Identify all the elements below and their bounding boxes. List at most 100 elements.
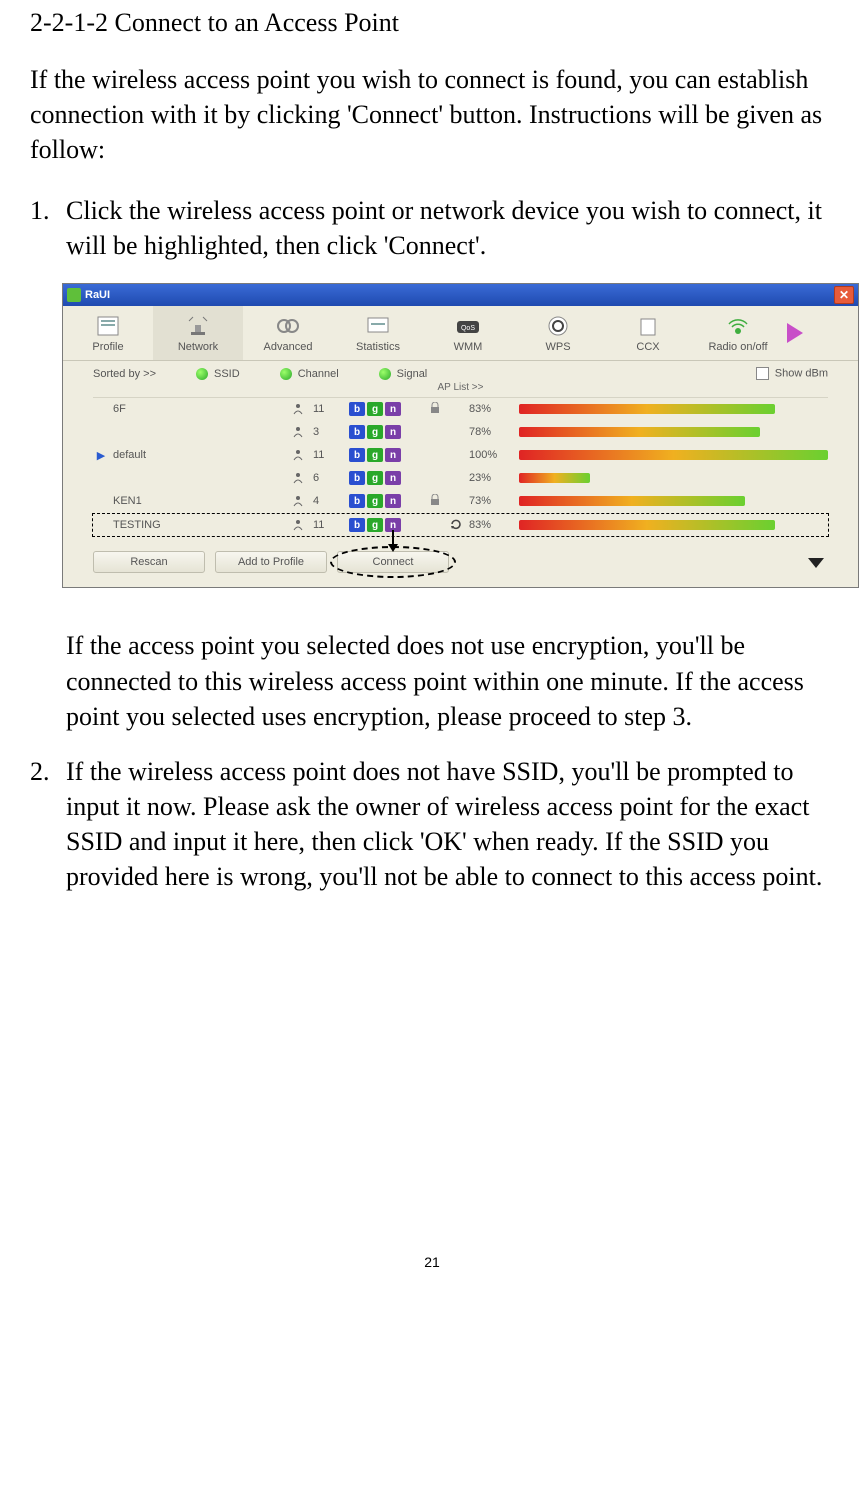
tab-advanced[interactable]: Advanced	[243, 306, 333, 360]
ccx-icon	[635, 313, 661, 339]
tab-ccx-label: CCX	[636, 341, 659, 353]
ap-channel: 11	[313, 519, 349, 531]
ap-list: 6F11bgn83%3bgn78%▶default11bgn100%6bgn23…	[93, 397, 828, 537]
annotation-arrow-icon	[386, 530, 400, 555]
sort-signal[interactable]: Signal	[379, 368, 428, 380]
ap-type-icon	[283, 471, 313, 485]
window-title: RaUI	[85, 289, 834, 301]
tab-profile-label: Profile	[92, 341, 123, 353]
sorted-by-label: Sorted by >>	[93, 368, 156, 380]
signal-bar	[519, 450, 828, 460]
after-shot-text: If the access point you selected does no…	[66, 628, 834, 733]
connect-button[interactable]: Connect	[337, 551, 449, 573]
ap-channel: 4	[313, 495, 349, 507]
lock-icon	[429, 494, 449, 509]
sort-channel-label: Channel	[298, 368, 339, 380]
tab-wps-label: WPS	[545, 341, 570, 353]
step-1-number: 1.	[30, 193, 66, 263]
ap-channel: 11	[313, 403, 349, 415]
titlebar: RaUI ✕	[63, 284, 858, 306]
tab-network-label: Network	[178, 341, 218, 353]
rescan-button[interactable]: Rescan	[93, 551, 205, 573]
ap-signal-percent: 23%	[469, 472, 519, 484]
ap-ssid: default	[109, 449, 283, 461]
radio-dot-icon	[379, 368, 391, 380]
ap-signal-percent: 78%	[469, 426, 519, 438]
signal-bar	[519, 427, 828, 437]
current-marker-icon: ▶	[93, 449, 109, 462]
ap-row[interactable]: 6F 11bgn 83%	[93, 398, 828, 421]
tab-network[interactable]: Network	[153, 306, 243, 360]
ap-ssid: TESTING	[109, 519, 283, 531]
signal-bar	[519, 520, 828, 530]
ap-row[interactable]: ▶default 11bgn 100%	[93, 444, 828, 467]
svg-text:QoS: QoS	[461, 325, 475, 332]
add-to-profile-button[interactable]: Add to Profile	[215, 551, 327, 573]
radio-icon	[725, 313, 751, 339]
ap-signal-percent: 83%	[469, 403, 519, 415]
profile-icon	[95, 313, 121, 339]
show-dbm-label: Show dBm	[775, 368, 828, 380]
ap-row[interactable]: 6bgn 23%	[93, 467, 828, 490]
ap-channel: 3	[313, 426, 349, 438]
tab-profile[interactable]: Profile	[63, 306, 153, 360]
ap-channel: 11	[313, 449, 349, 461]
ap-row[interactable]: KEN1 4bgn 73%	[93, 490, 828, 513]
sort-ssid[interactable]: SSID	[196, 368, 240, 380]
show-dbm-checkbox[interactable]: Show dBm	[756, 367, 828, 380]
step-2-text: If the wireless access point does not ha…	[66, 754, 834, 894]
checkbox-icon	[756, 367, 769, 380]
tab-wmm-label: WMM	[454, 341, 483, 353]
close-icon: ✕	[839, 288, 849, 302]
collapse-arrow-icon[interactable]	[808, 558, 824, 571]
statistics-icon	[365, 313, 391, 339]
app-logo-icon	[67, 288, 81, 302]
sort-channel[interactable]: Channel	[280, 368, 339, 380]
tab-ccx[interactable]: CCX	[603, 306, 693, 360]
intro-paragraph: If the wireless access point you wish to…	[30, 62, 834, 167]
sort-ssid-label: SSID	[214, 368, 240, 380]
lock-icon	[429, 402, 449, 417]
ap-signal-percent: 83%	[469, 519, 519, 531]
tab-statistics[interactable]: Statistics	[333, 306, 423, 360]
ap-channel: 6	[313, 472, 349, 484]
close-button[interactable]: ✕	[834, 286, 854, 304]
wps-icon	[545, 313, 571, 339]
tab-advanced-label: Advanced	[264, 341, 313, 353]
signal-bar	[519, 496, 828, 506]
tab-radio-label: Radio on/off	[708, 341, 767, 353]
ap-signal-percent: 100%	[469, 449, 519, 461]
ap-mode-badges: bgn	[349, 425, 429, 439]
step-1-text: Click the wireless access point or netwo…	[66, 193, 834, 263]
sort-row: Sorted by >> SSID Channel Signal Show dB…	[63, 361, 858, 382]
ap-type-icon	[283, 402, 313, 416]
after-shot-indent	[30, 628, 66, 733]
signal-bar	[519, 473, 828, 483]
advanced-icon	[275, 313, 301, 339]
ap-row[interactable]: TESTING11bgn83%	[92, 513, 829, 537]
expand-arrow-icon[interactable]	[783, 306, 807, 360]
radio-dot-icon	[196, 368, 208, 380]
toolbar: Profile Network Advanced	[63, 306, 858, 361]
ap-ssid: KEN1	[109, 495, 283, 507]
screenshot: RaUI ✕ Profile Network	[62, 283, 834, 588]
network-icon	[181, 313, 215, 339]
ap-mode-badges: bgn	[349, 494, 429, 508]
ap-mode-badges: bgn	[349, 471, 429, 485]
ap-mode-badges: bgn	[349, 402, 429, 416]
raui-window: RaUI ✕ Profile Network	[62, 283, 859, 588]
sort-signal-label: Signal	[397, 368, 428, 380]
ap-row[interactable]: 3bgn 78%	[93, 421, 828, 444]
ap-signal-percent: 73%	[469, 495, 519, 507]
ap-type-icon	[283, 448, 313, 462]
tab-radio[interactable]: Radio on/off	[693, 306, 783, 360]
tab-wps[interactable]: WPS	[513, 306, 603, 360]
ap-ssid: 6F	[109, 403, 283, 415]
ap-mode-badges: bgn	[349, 448, 429, 462]
page-number: 21	[30, 1254, 834, 1270]
tab-wmm[interactable]: QoS WMM	[423, 306, 513, 360]
radio-dot-icon	[280, 368, 292, 380]
ap-type-icon	[283, 494, 313, 508]
signal-bar	[519, 404, 828, 414]
wmm-icon: QoS	[453, 313, 483, 339]
